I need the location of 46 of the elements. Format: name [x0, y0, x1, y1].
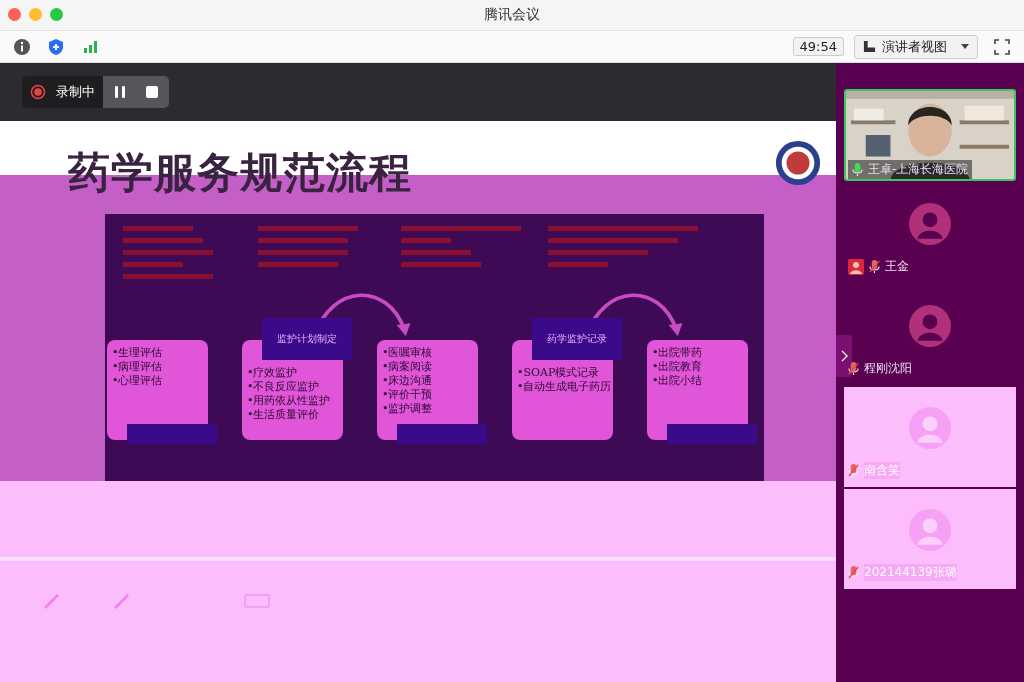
step-item: •心理评估	[112, 374, 164, 387]
step-item: •评价干预	[382, 388, 434, 401]
minimize-button[interactable]	[29, 8, 42, 21]
step-item: •SOAP模式记录	[517, 366, 601, 379]
info-icon[interactable]	[12, 36, 32, 57]
window-title: 腾讯会议	[484, 6, 540, 24]
step-item: •用药依从性监护	[247, 394, 332, 407]
view-dropdown[interactable]: 演讲者视图	[854, 34, 978, 59]
step-item: •病案阅读	[382, 360, 434, 373]
participant-name: 王金	[885, 258, 909, 275]
step-item: •出院小结	[652, 374, 704, 387]
step-item: •出院教育	[652, 360, 704, 373]
avatar-icon	[909, 305, 951, 347]
participant-name: 程刚沈阳	[864, 360, 912, 377]
participant-name: 202144139张璐	[864, 564, 957, 581]
participant-name: 王卓-上海长海医院	[868, 161, 969, 178]
step-item: •床边沟通	[382, 374, 434, 387]
close-button[interactable]	[8, 8, 21, 21]
maximize-button[interactable]	[50, 8, 63, 21]
meeting-timer: 49:54	[792, 37, 844, 56]
fullscreen-icon[interactable]	[992, 36, 1012, 57]
participant-name: 南含笑	[864, 462, 900, 479]
collapse-handle[interactable]	[836, 335, 852, 377]
pen-icon[interactable]	[42, 591, 62, 611]
step-item: •不良反应监护	[247, 380, 321, 393]
step-item: •监护调整	[382, 402, 434, 415]
step-item: •生理评估	[112, 346, 164, 359]
layout-icon	[863, 40, 876, 53]
avatar-icon	[909, 509, 951, 551]
step-header: 监护计划制定	[262, 318, 352, 360]
avatar-icon	[909, 203, 951, 245]
recording-label: 录制中	[56, 83, 95, 101]
caret-icon	[961, 44, 969, 49]
shield-icon[interactable]	[46, 36, 66, 57]
avatar-icon	[909, 407, 951, 449]
step-item: •出院带药	[652, 346, 704, 359]
step-header: 药学监护记录	[532, 318, 622, 360]
step-item: •疗效监护	[247, 366, 299, 379]
pen-icon[interactable]	[112, 591, 132, 611]
chevron-icon	[840, 350, 848, 362]
step-item: •病理评估	[112, 360, 164, 373]
step-item: •医嘱审核	[382, 346, 434, 359]
stop-icon[interactable]	[145, 85, 159, 99]
pause-icon[interactable]	[113, 85, 127, 99]
step-item: •生活质量评价	[247, 408, 321, 421]
record-icon	[30, 84, 46, 100]
